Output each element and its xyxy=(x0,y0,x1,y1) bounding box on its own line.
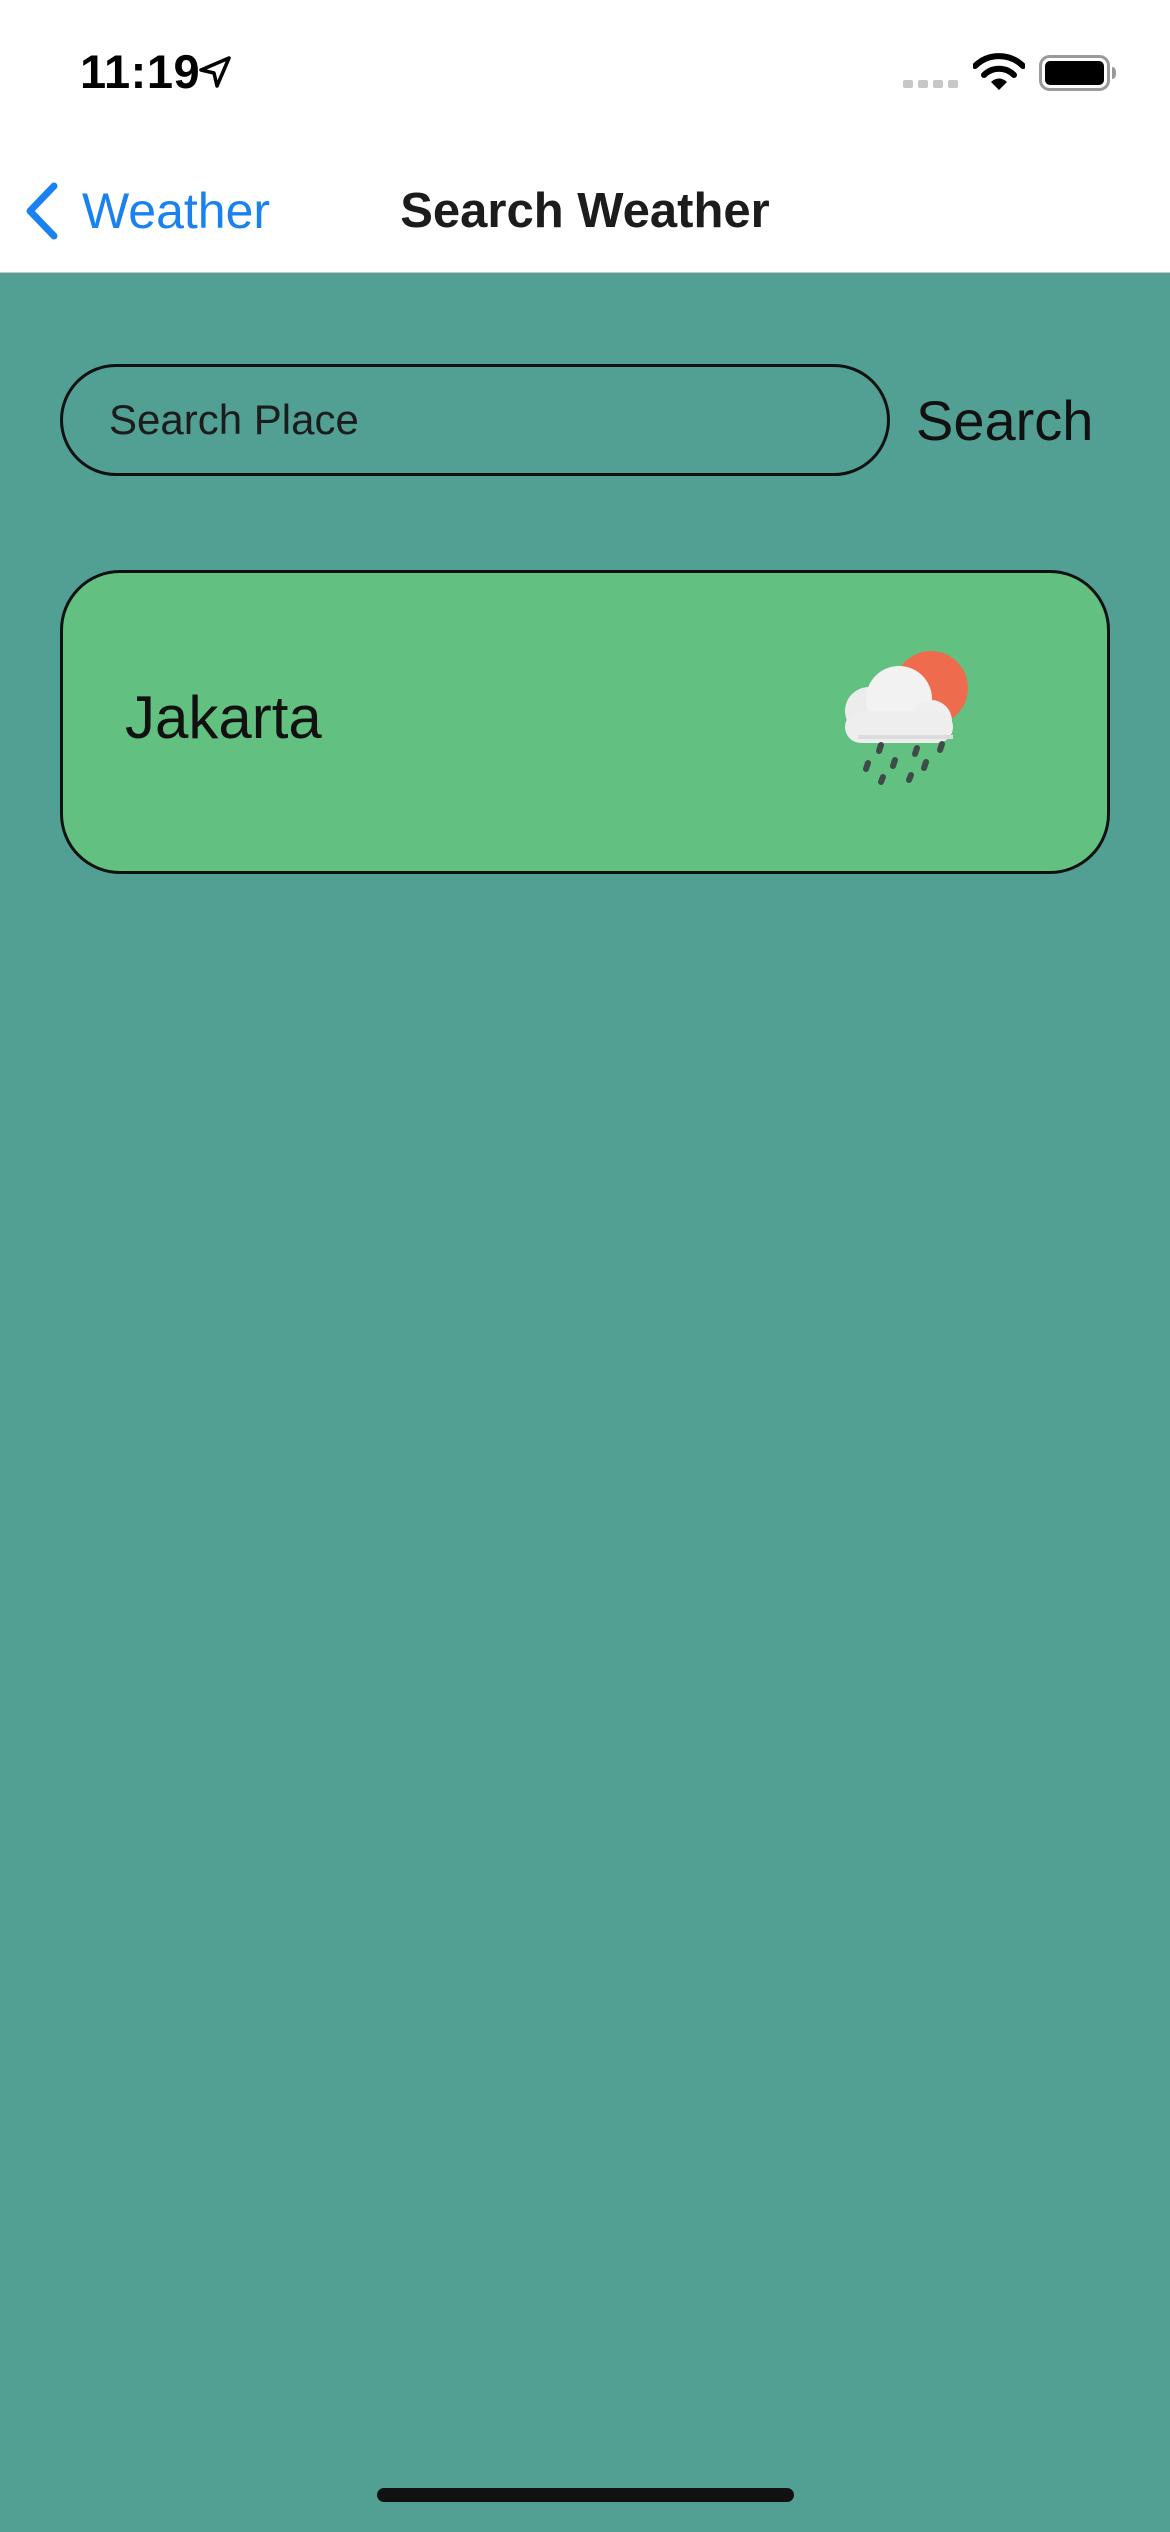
main-content: Search Jakarta xyxy=(0,273,1170,2532)
home-indicator xyxy=(377,2488,794,2502)
result-city-name: Jakarta xyxy=(125,684,322,751)
battery-icon xyxy=(1039,55,1116,91)
back-button[interactable]: Weather xyxy=(22,176,270,246)
cloud-sun-rain-icon xyxy=(845,651,968,785)
cellular-signal-icon xyxy=(903,80,958,88)
back-button-label: Weather xyxy=(82,183,271,239)
location-arrow-icon xyxy=(199,56,231,88)
search-input[interactable] xyxy=(60,364,890,476)
chevron-left-icon xyxy=(26,182,58,240)
status-bar: 11:19 xyxy=(0,0,1170,150)
navigation-bar: Search Weather Weather xyxy=(0,150,1170,273)
status-time: 11:19 xyxy=(80,45,201,98)
result-card-jakarta[interactable]: Jakarta xyxy=(60,570,1110,874)
wifi-icon xyxy=(973,53,1025,90)
search-button[interactable]: Search xyxy=(916,373,1093,469)
